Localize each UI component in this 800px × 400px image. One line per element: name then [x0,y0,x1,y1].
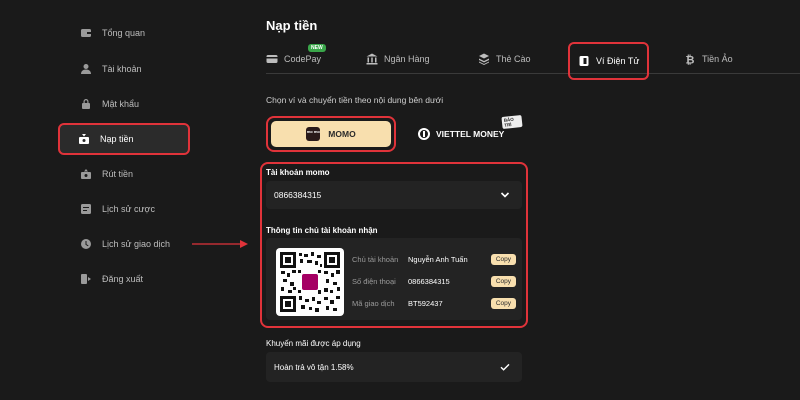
sidebar-item-account[interactable]: Tài khoản [62,55,190,83]
lock-icon [82,99,90,109]
viettel-logo-icon [418,128,430,140]
sidebar-item-label: Tài khoản [102,64,142,74]
logout-icon [81,274,91,284]
sidebar-item-label: Lịch sử giao dịch [102,239,171,249]
qr-code [276,248,344,316]
info-row-transaction-code: Mã giao dịch BT592437 Copy [352,296,516,310]
card-icon [266,55,278,63]
promo-text: Hoàn trả vô tận 1.58% [274,362,354,372]
sidebar-item-label: Tổng quan [102,28,146,38]
transaction-history-icon [81,239,91,249]
promo-item[interactable]: Hoàn trả vô tận 1.58% [266,352,522,382]
main-panel: Nạp tiền CodePay NEW Ngân Hàng Thẻ Cào V… [260,0,800,400]
bitcoin-icon: ₿ [686,54,695,66]
wallet-option-momo[interactable]: mo mo MOMO [266,116,396,152]
sidebar-item-withdraw[interactable]: Rút tiền [62,160,190,188]
sidebar-item-overview[interactable]: Tổng quan [62,19,190,47]
bank-icon [366,53,378,65]
arrow-right-icon [192,240,248,248]
scratch-card-icon [479,53,489,65]
sidebar-item-label: Mật khẩu [102,99,140,109]
user-icon [81,64,91,74]
info-value: Nguyễn Anh Tuấn [408,254,468,264]
copy-button[interactable]: Copy [490,297,516,309]
account-value: 0866384315 [274,190,322,200]
e-wallet-icon [579,56,589,66]
wallet-options: mo mo MOMO VIETTEL MONEY BẢO TRÌ [266,114,523,152]
wallet-icon [81,29,91,37]
tab-scratch-card[interactable]: Thẻ Cào [478,48,531,70]
qr-code-image [280,252,340,312]
info-label: Mã giao dịch [352,298,395,308]
sidebar-item-label: Nạp tiền [100,134,134,144]
receiver-label: Thông tin chủ tài khoản nhận [266,226,378,235]
tab-bank[interactable]: Ngân Hàng [366,48,430,70]
sidebar-item-logout[interactable]: Đăng xuất [62,265,190,293]
tab-label: Ngân Hàng [384,54,430,64]
promo-label: Khuyến mãi được áp dụng [266,339,361,348]
momo-logo: mo mo [306,127,321,141]
sidebar-item-transaction-history[interactable]: Lịch sử giao dịch [62,230,190,258]
chevron-down-icon [500,192,510,198]
new-badge: NEW [308,44,326,52]
account-select[interactable]: 0866384315 [266,181,522,209]
sidebar-item-password[interactable]: Mật khẩu [62,90,190,118]
tab-crypto[interactable]: ₿ Tiền Ảo [684,48,733,70]
info-row-phone: Số điện thoại 0866384315 Copy [352,274,516,288]
account-label: Tài khoản momo [266,168,330,177]
deposit-icon [79,134,89,144]
tab-label: CodePay [284,54,322,64]
instruction-text: Chọn ví và chuyển tiền theo nội dung bên… [266,95,444,105]
maintenance-badge: BẢO TRÌ [501,114,523,130]
info-label: Số điện thoại [352,276,396,286]
info-value: 0866384315 [408,276,450,286]
tab-label: Thẻ Cào [496,54,531,64]
info-value: BT592437 [408,298,443,308]
wallet-option-viettel-money[interactable]: VIETTEL MONEY BẢO TRÌ [406,114,523,149]
copy-button[interactable]: Copy [490,275,516,287]
info-row-account-holder: Chủ tài khoản Nguyễn Anh Tuấn Copy [352,252,516,266]
withdraw-icon [81,169,91,179]
payment-tabs: CodePay NEW Ngân Hàng Thẻ Cào Ví Điện Tử… [266,42,800,80]
sidebar-item-label: Đăng xuất [102,274,144,284]
copy-button[interactable]: Copy [490,253,516,265]
sidebar-item-bet-history[interactable]: Lịch sử cược [62,195,190,223]
sidebar: Tổng quan Tài khoản Mật khẩu Nạp tiền Rú… [0,0,248,400]
svg-text:₿: ₿ [686,54,695,66]
check-icon [500,363,510,371]
tab-label: Ví Điện Tử [596,56,640,66]
tab-label: Tiền Ảo [702,54,733,64]
wallet-label: MOMO [328,129,356,139]
wallet-label: VIETTEL MONEY [436,129,505,139]
info-label: Chủ tài khoản [352,254,399,264]
tab-codepay[interactable]: CodePay NEW [266,44,326,70]
receiver-panel: Chủ tài khoản Nguyễn Anh Tuấn Copy Số đi… [266,238,522,320]
tab-e-wallet[interactable]: Ví Điện Tử [568,42,650,80]
bet-history-icon [81,204,91,214]
sidebar-item-label: Rút tiền [102,169,134,179]
sidebar-item-label: Lịch sử cược [102,204,155,214]
sidebar-item-deposit[interactable]: Nạp tiền [58,123,190,155]
page-title: Nạp tiền [266,18,318,33]
